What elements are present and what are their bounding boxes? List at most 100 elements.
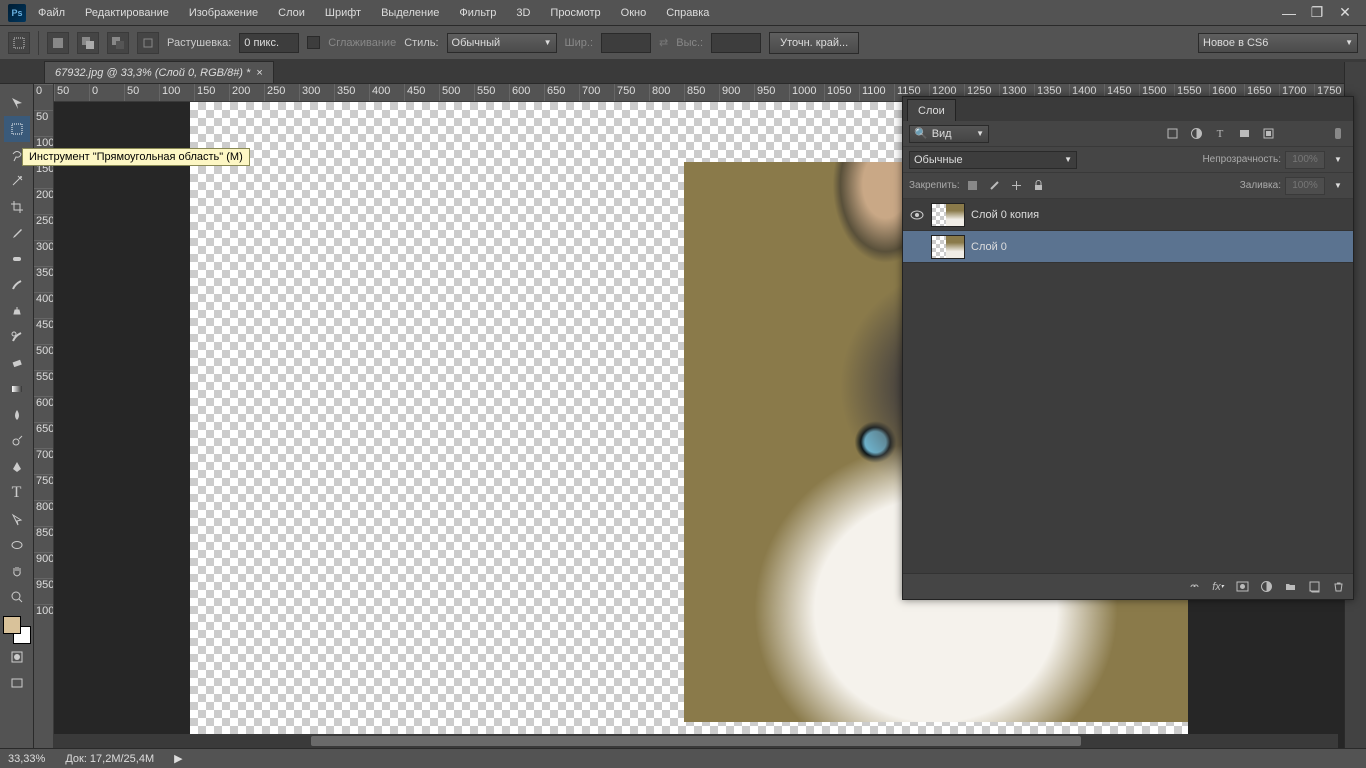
blur-tool[interactable]: [4, 402, 30, 428]
layer-fx-icon[interactable]: fx▾: [1209, 578, 1227, 596]
scrollbar-thumb[interactable]: [311, 736, 1081, 746]
lock-position-icon[interactable]: [1008, 177, 1026, 195]
new-layer-icon[interactable]: [1305, 578, 1323, 596]
menu-window[interactable]: Окно: [613, 3, 655, 23]
color-swatches[interactable]: [3, 616, 31, 644]
layer-thumbnail[interactable]: [931, 203, 965, 227]
horizontal-scrollbar[interactable]: [54, 734, 1338, 748]
fill-value[interactable]: 100%: [1285, 177, 1325, 195]
menu-select[interactable]: Выделение: [373, 3, 447, 23]
magic-wand-tool[interactable]: [4, 168, 30, 194]
lock-transparent-icon[interactable]: [964, 177, 982, 195]
menu-view[interactable]: Просмотр: [542, 3, 608, 23]
opacity-value[interactable]: 100%: [1285, 151, 1325, 169]
gradient-tool[interactable]: [4, 376, 30, 402]
style-select[interactable]: Обычный▼: [447, 33, 557, 53]
toolbox: T: [0, 84, 34, 748]
layer-name[interactable]: Слой 0 копия: [971, 209, 1039, 221]
document-size[interactable]: Док: 17,2M/25,4M: [65, 753, 154, 765]
layers-panel-footer: fx▾: [903, 573, 1353, 599]
delete-layer-icon[interactable]: [1329, 578, 1347, 596]
lock-all-icon[interactable]: [1030, 177, 1048, 195]
eraser-tool[interactable]: [4, 350, 30, 376]
clone-stamp-tool[interactable]: [4, 298, 30, 324]
subtract-selection-icon[interactable]: [107, 32, 129, 54]
menu-bar: Ps Файл Редактирование Изображение Слои …: [0, 0, 1366, 26]
close-button[interactable]: ✕: [1332, 4, 1358, 22]
width-label: Шир.:: [565, 37, 593, 49]
filter-smart-icon[interactable]: [1259, 125, 1277, 143]
whats-new-select[interactable]: Новое в CS6▼: [1198, 33, 1358, 53]
blend-mode-select[interactable]: Обычные▼: [909, 151, 1077, 169]
lock-paint-icon[interactable]: [986, 177, 1004, 195]
opacity-label: Непрозрачность:: [1202, 154, 1281, 165]
new-group-icon[interactable]: [1281, 578, 1299, 596]
layer-list: Слой 0 копия Слой 0: [903, 199, 1353, 573]
intersect-selection-icon[interactable]: [137, 32, 159, 54]
link-layers-icon[interactable]: [1185, 578, 1203, 596]
antialias-checkbox: [307, 36, 320, 49]
shape-tool[interactable]: [4, 532, 30, 558]
filter-shape-icon[interactable]: [1235, 125, 1253, 143]
quick-mask-toggle[interactable]: [4, 644, 30, 670]
menu-help[interactable]: Справка: [658, 3, 717, 23]
height-input: [711, 33, 761, 53]
close-tab-icon[interactable]: ×: [256, 67, 262, 79]
brush-tool[interactable]: [4, 272, 30, 298]
document-tab-title: 67932.jpg @ 33,3% (Слой 0, RGB/8#) *: [55, 67, 250, 79]
menu-edit[interactable]: Редактирование: [77, 3, 177, 23]
layer-name[interactable]: Слой 0: [971, 241, 1007, 253]
filter-adjustment-icon[interactable]: [1187, 125, 1205, 143]
foreground-color-swatch[interactable]: [3, 616, 21, 634]
document-tab-bar: 67932.jpg @ 33,3% (Слой 0, RGB/8#) * ×: [0, 60, 1366, 84]
pen-tool[interactable]: [4, 454, 30, 480]
maximize-button[interactable]: ❐: [1304, 4, 1330, 22]
filter-toggle-switch[interactable]: [1329, 125, 1347, 143]
add-selection-icon[interactable]: [77, 32, 99, 54]
dodge-tool[interactable]: [4, 428, 30, 454]
layers-panel: Слои 🔍 Вид ▼ T Обычные▼ Непрозрачность: …: [902, 96, 1354, 600]
filter-type-icon[interactable]: T: [1211, 125, 1229, 143]
visibility-toggle-icon[interactable]: [909, 239, 925, 255]
new-selection-icon[interactable]: [47, 32, 69, 54]
hand-tool[interactable]: [4, 558, 30, 584]
style-label: Стиль:: [404, 37, 438, 49]
eyedropper-tool[interactable]: [4, 220, 30, 246]
feather-input[interactable]: [239, 33, 299, 53]
opacity-slider-icon[interactable]: ▼: [1329, 151, 1347, 169]
menu-type[interactable]: Шрифт: [317, 3, 369, 23]
zoom-level[interactable]: 33,33%: [8, 753, 45, 765]
layer-thumbnail[interactable]: [931, 235, 965, 259]
layer-row[interactable]: Слой 0 копия: [903, 199, 1353, 231]
minimize-button[interactable]: —: [1276, 4, 1302, 22]
document-tab[interactable]: 67932.jpg @ 33,3% (Слой 0, RGB/8#) * ×: [44, 61, 274, 83]
layers-panel-tab[interactable]: Слои: [907, 99, 956, 121]
lock-label: Закрепить:: [909, 180, 960, 191]
visibility-toggle-icon[interactable]: [909, 207, 925, 223]
fill-slider-icon[interactable]: ▼: [1329, 177, 1347, 195]
menu-filter[interactable]: Фильтр: [451, 3, 504, 23]
antialias-label: Сглаживание: [328, 37, 396, 49]
healing-brush-tool[interactable]: [4, 246, 30, 272]
menu-3d[interactable]: 3D: [508, 3, 538, 23]
path-selection-tool[interactable]: [4, 506, 30, 532]
layer-row[interactable]: Слой 0: [903, 231, 1353, 263]
menu-file[interactable]: Файл: [30, 3, 73, 23]
add-mask-icon[interactable]: [1233, 578, 1251, 596]
width-input: [601, 33, 651, 53]
new-adjustment-icon[interactable]: [1257, 578, 1275, 596]
vertical-ruler: 0501001502002503003504004505005506006507…: [34, 84, 54, 748]
menu-image[interactable]: Изображение: [181, 3, 266, 23]
crop-tool[interactable]: [4, 194, 30, 220]
move-tool[interactable]: [4, 90, 30, 116]
layer-filter-select[interactable]: 🔍 Вид ▼: [909, 125, 989, 143]
type-tool[interactable]: T: [4, 480, 30, 506]
filter-pixel-icon[interactable]: [1163, 125, 1181, 143]
rectangular-marquee-tool[interactable]: [4, 116, 30, 142]
history-brush-tool[interactable]: [4, 324, 30, 350]
tool-preset-icon[interactable]: [8, 32, 30, 54]
screen-mode-toggle[interactable]: [4, 670, 30, 696]
refine-edge-button[interactable]: Уточн. край...: [769, 32, 859, 54]
zoom-tool[interactable]: [4, 584, 30, 610]
menu-layers[interactable]: Слои: [270, 3, 313, 23]
